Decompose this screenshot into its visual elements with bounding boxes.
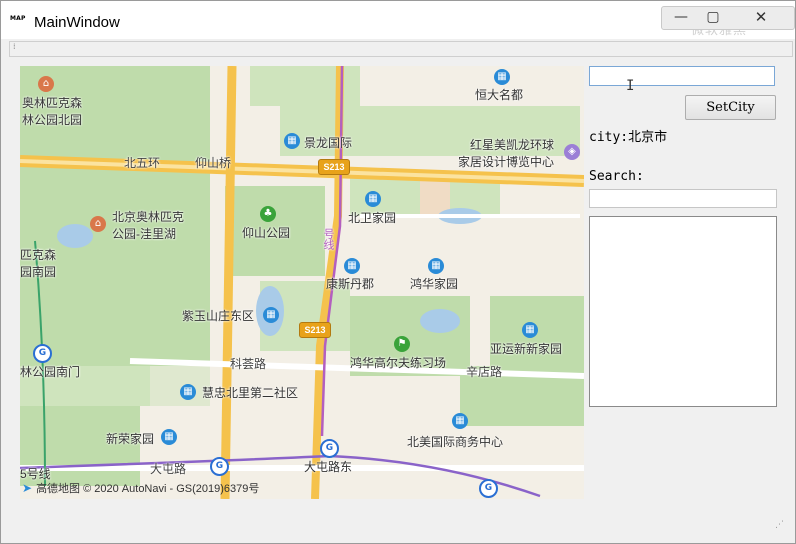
map-label-line-number: 号线 <box>322 228 334 250</box>
exhibition-icon: ◈ <box>564 144 580 160</box>
map-label-olympic-wali: 北京奥林匹克 公园-洼里湖 <box>112 210 185 241</box>
navigation-arrow-icon: ➤ <box>22 481 33 495</box>
maximize-button[interactable]: ▢ <box>700 7 726 29</box>
city-input[interactable] <box>589 66 775 86</box>
close-button[interactable]: ✕ <box>746 7 776 29</box>
map-label-xindian: 辛店路 <box>466 365 503 379</box>
map-label-xinrong: 新荣家园 <box>106 432 155 446</box>
map-label-datun-east: 大屯路东 <box>304 460 353 474</box>
map-footer: ➤ 高德地图 © 2020 AutoNavi - GS(2019)6379号 <box>22 480 259 496</box>
window-title: MainWindow <box>34 14 120 31</box>
building-icon: ▦ <box>452 413 468 429</box>
city-label: city:北京市 <box>589 130 668 145</box>
map-label-beimei: 北美国际商务中心 <box>407 435 504 449</box>
road-shield-s213: S213 <box>318 159 350 175</box>
building-icon: ▦ <box>494 69 510 85</box>
building-icon: ▦ <box>161 429 177 445</box>
search-results-list[interactable] <box>589 216 777 407</box>
park-icon: ♣ <box>260 206 276 222</box>
map-label-kehui: 科荟路 <box>230 357 267 371</box>
map-label-huizhong: 慧忠北里第二社区 <box>202 386 299 400</box>
road-shield-s213: S213 <box>299 322 331 338</box>
subway-station-icon: G <box>479 479 498 498</box>
map-label-park-south-gate: 林公园南门 <box>20 365 81 379</box>
museum-icon: ⌂ <box>38 76 54 92</box>
title-bar[interactable]: MAP MainWindow 微软雅黑 — ▢ ✕ <box>1 1 795 39</box>
status-bar <box>9 524 789 537</box>
map-label-datun-road: 大屯路 <box>150 462 187 476</box>
map-label-olympic-south: 匹克森 园南园 <box>20 248 57 279</box>
golf-icon: ⚑ <box>394 336 410 352</box>
map-label-hengda-mingdu: 恒大名都 <box>475 88 524 102</box>
building-icon: ▦ <box>284 133 300 149</box>
map-label-yayun: 亚运新新家园 <box>490 342 563 356</box>
museum-icon: ⌂ <box>90 216 106 232</box>
subway-station-icon: G <box>320 439 339 458</box>
map-label-honghua-golf: 鸿华高尔夫练习场 <box>350 356 447 370</box>
search-label: Search: <box>589 169 644 184</box>
building-icon: ▦ <box>365 191 381 207</box>
map-label-jinglong: 景龙国际 <box>304 136 353 150</box>
map-label-beiwei: 北卫家园 <box>348 211 397 225</box>
text-cursor-icon: I <box>626 78 635 94</box>
building-icon: ▦ <box>263 307 279 323</box>
subway-station-icon: G <box>33 344 52 363</box>
map-label-redstar: 红星美凯龙环球 家居设计博览中心 <box>458 138 555 169</box>
building-icon: ▦ <box>522 322 538 338</box>
building-icon: ▦ <box>344 258 360 274</box>
caption-buttons: — ▢ ✕ <box>661 6 795 30</box>
building-icon: ▦ <box>428 258 444 274</box>
resize-grip-icon[interactable]: ⋰ <box>775 521 784 530</box>
map-view[interactable]: 奥林匹克森 林公园北园 ⌂ 恒大名都 ▦ 景龙国际 ▦ 红星美凯龙环球 家居设计博览… <box>20 66 584 499</box>
map-label-yangshanqiao: 仰山桥 <box>195 156 232 170</box>
map-label-olympic-north-park: 奥林匹克森 林公园北园 <box>22 96 83 127</box>
map-label-yangshan-park: 仰山公园 <box>242 226 291 240</box>
map-label-kangsi: 康斯丹郡 <box>326 277 375 291</box>
building-icon: ▦ <box>180 384 196 400</box>
toolbar-grip-icon[interactable]: ⁞ <box>13 43 16 51</box>
search-input[interactable] <box>589 189 777 208</box>
map-copyright: 高德地图 © 2020 AutoNavi - GS(2019)6379号 <box>36 483 260 495</box>
subway-station-icon: G <box>210 457 229 476</box>
app-icon: MAP <box>10 15 26 22</box>
minimize-button[interactable]: — <box>670 7 692 29</box>
map-label-honghua: 鸿华家园 <box>410 277 459 291</box>
map-label-beiwuhuan: 北五环 <box>124 156 161 170</box>
setcity-button[interactable]: SetCity <box>685 95 776 120</box>
toolbar: ⁞ <box>9 41 793 57</box>
main-window: MAP MainWindow 微软雅黑 — ▢ ✕ ⁞ <box>0 0 796 544</box>
map-label-ziyu: 紫玉山庄东区 <box>182 309 255 323</box>
